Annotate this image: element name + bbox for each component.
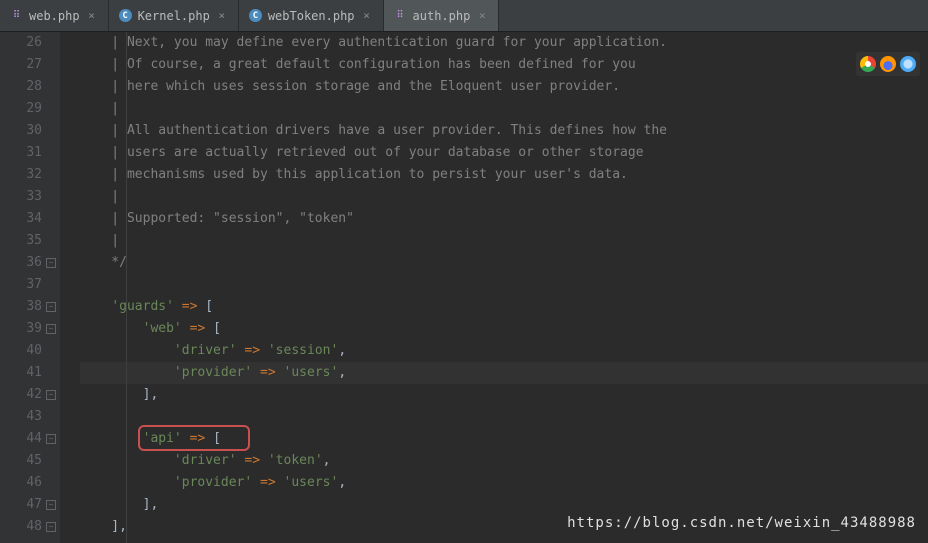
- line-number: 32: [0, 164, 42, 186]
- line-number: 38−: [0, 296, 42, 318]
- line-number: 47−: [0, 494, 42, 516]
- tab-label: auth.php: [413, 9, 471, 23]
- fold-marker-icon[interactable]: −: [46, 500, 56, 510]
- code-editor[interactable]: 2627282930313233343536−3738−39−404142−43…: [0, 32, 928, 543]
- line-number: 43: [0, 406, 42, 428]
- code-line[interactable]: */: [80, 252, 928, 274]
- code-area[interactable]: | Next, you may define every authenticat…: [60, 32, 928, 543]
- tab-webToken-php[interactable]: CwebToken.php ×: [239, 0, 384, 31]
- php-file-icon: C: [249, 9, 262, 22]
- code-line[interactable]: | All authentication drivers have a user…: [80, 120, 928, 142]
- php-file-icon: ⠿: [394, 9, 407, 22]
- php-file-icon: ⠿: [10, 9, 23, 22]
- close-icon[interactable]: ×: [476, 10, 488, 22]
- code-line[interactable]: 'guards' => [: [80, 296, 928, 318]
- line-number: 26: [0, 32, 42, 54]
- line-number: 48−: [0, 516, 42, 538]
- code-line[interactable]: 'driver' => 'session',: [80, 340, 928, 362]
- tab-label: Kernel.php: [138, 9, 210, 23]
- code-line[interactable]: [80, 406, 928, 428]
- tab-auth-php[interactable]: ⠿ auth.php ×: [384, 0, 500, 31]
- code-line[interactable]: | users are actually retrieved out of yo…: [80, 142, 928, 164]
- code-line[interactable]: |: [80, 186, 928, 208]
- close-icon[interactable]: ×: [216, 10, 228, 22]
- line-number: 37: [0, 274, 42, 296]
- line-number: 45: [0, 450, 42, 472]
- code-line[interactable]: 'driver' => 'token',: [80, 450, 928, 472]
- line-number: 39−: [0, 318, 42, 340]
- code-line[interactable]: 'provider' => 'users',: [80, 362, 928, 384]
- line-number: 29: [0, 98, 42, 120]
- code-line[interactable]: |: [80, 230, 928, 252]
- close-icon[interactable]: ×: [361, 10, 373, 22]
- line-number: 36−: [0, 252, 42, 274]
- php-file-icon: C: [119, 9, 132, 22]
- tab-bar: ⠿ web.php × C Kernel.php × CwebToken.php × ⠿ auth…: [0, 0, 928, 32]
- line-gutter: 2627282930313233343536−3738−39−404142−43…: [0, 32, 60, 543]
- chrome-icon[interactable]: [860, 56, 876, 72]
- code-line[interactable]: ],: [80, 516, 928, 538]
- fold-marker-icon[interactable]: −: [46, 434, 56, 444]
- line-number: 34: [0, 208, 42, 230]
- fold-marker-icon[interactable]: −: [46, 302, 56, 312]
- line-number: 44−: [0, 428, 42, 450]
- code-line[interactable]: 'web' => [: [80, 318, 928, 340]
- tab-label: webToken.php: [268, 9, 355, 23]
- code-line[interactable]: | mechanisms used by this application to…: [80, 164, 928, 186]
- line-number: 28: [0, 76, 42, 98]
- code-line[interactable]: 'api' => [: [80, 428, 928, 450]
- tab-label: web.php: [29, 9, 80, 23]
- code-line[interactable]: ],: [80, 384, 928, 406]
- line-number: 27: [0, 54, 42, 76]
- tab-web-php[interactable]: ⠿ web.php ×: [0, 0, 109, 31]
- browser-icon-bar: [856, 52, 920, 76]
- safari-icon[interactable]: [900, 56, 916, 72]
- code-line[interactable]: [80, 274, 928, 296]
- code-line[interactable]: ],: [80, 494, 928, 516]
- close-icon[interactable]: ×: [86, 10, 98, 22]
- firefox-icon[interactable]: [880, 56, 896, 72]
- line-number: 46: [0, 472, 42, 494]
- line-number: 30: [0, 120, 42, 142]
- fold-marker-icon[interactable]: −: [46, 258, 56, 268]
- code-line[interactable]: 'provider' => 'users',: [80, 472, 928, 494]
- line-number: 42−: [0, 384, 42, 406]
- code-line[interactable]: | here which uses session storage and th…: [80, 76, 928, 98]
- fold-marker-icon[interactable]: −: [46, 324, 56, 334]
- line-number: 35: [0, 230, 42, 252]
- line-number: 33: [0, 186, 42, 208]
- line-number: 40: [0, 340, 42, 362]
- code-line[interactable]: | Of course, a great default configurati…: [80, 54, 928, 76]
- fold-guide: [126, 32, 127, 543]
- fold-marker-icon[interactable]: −: [46, 522, 56, 532]
- line-number: 41: [0, 362, 42, 384]
- tab-Kernel-php[interactable]: C Kernel.php ×: [109, 0, 239, 31]
- code-line[interactable]: | Next, you may define every authenticat…: [80, 32, 928, 54]
- code-line[interactable]: | Supported: "session", "token": [80, 208, 928, 230]
- fold-marker-icon[interactable]: −: [46, 390, 56, 400]
- code-line[interactable]: |: [80, 98, 928, 120]
- line-number: 31: [0, 142, 42, 164]
